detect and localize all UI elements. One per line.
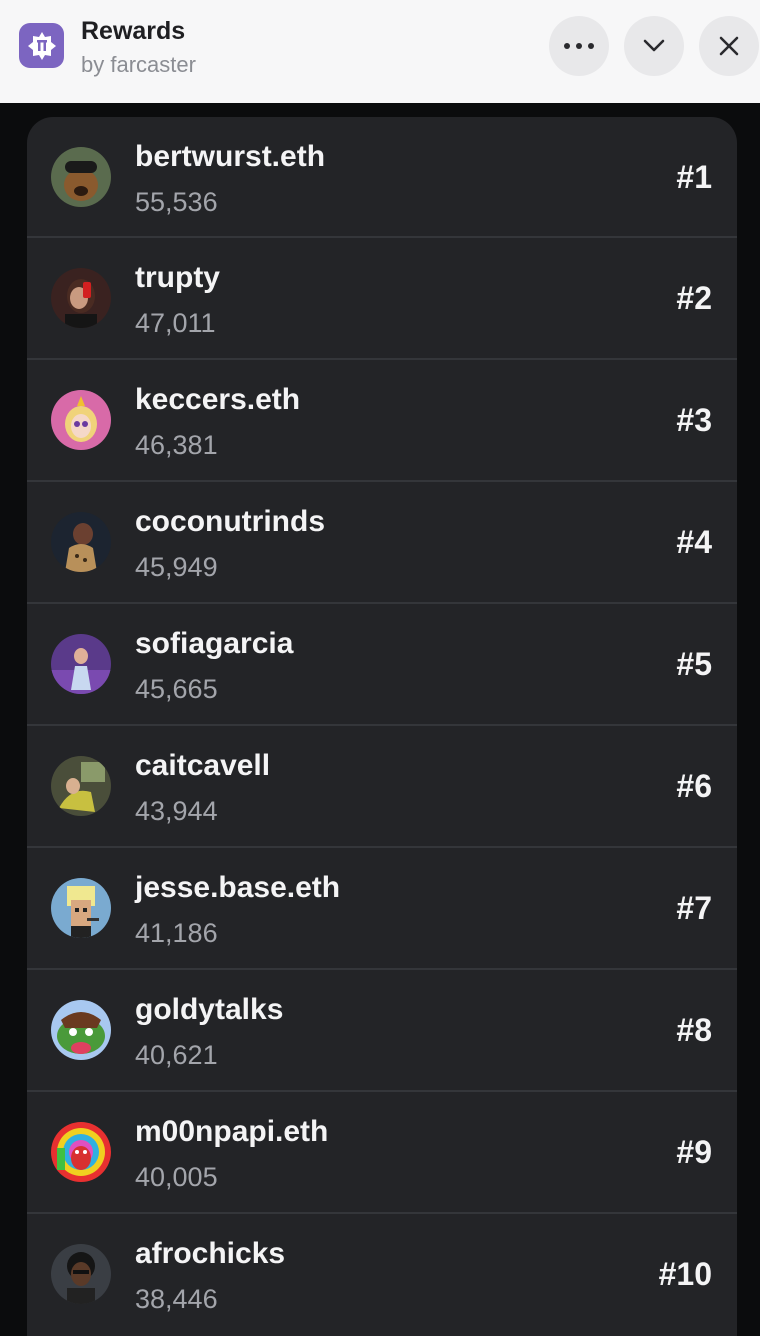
leaderboard-list: bertwurst.eth 55,536 #1 trupty 47,011 #2…: [27, 117, 737, 1336]
leaderboard-row[interactable]: sofiagarcia 45,665 #5: [27, 604, 737, 726]
username: sofiagarcia: [135, 627, 294, 660]
avatar: [51, 390, 111, 450]
avatar: [51, 147, 111, 207]
score: 45,665: [135, 674, 218, 704]
leaderboard-row[interactable]: caitcavell 43,944 #6: [27, 726, 737, 848]
score: 45,949: [135, 552, 218, 582]
username: coconutrinds: [135, 505, 326, 538]
score: 46,381: [135, 430, 218, 460]
rank: #9: [676, 1134, 712, 1170]
rank: #1: [676, 159, 712, 195]
close-icon: [719, 36, 739, 56]
username: caitcavell: [135, 749, 271, 782]
score: 40,005: [135, 1162, 218, 1192]
leaderboard-row[interactable]: bertwurst.eth 55,536 #1: [27, 117, 737, 238]
chevron-down-icon: [643, 39, 665, 52]
score: 40,621: [135, 1040, 218, 1070]
rank: #6: [676, 768, 712, 804]
more-horizontal-icon: [564, 43, 594, 49]
username: keccers.eth: [135, 383, 301, 416]
app-subtitle: by farcaster: [81, 52, 196, 77]
rank: #5: [676, 646, 712, 682]
leaderboard-row[interactable]: jesse.base.eth 41,186 #7: [27, 848, 737, 970]
leaderboard-row[interactable]: keccers.eth 46,381 #3: [27, 360, 737, 482]
app-header: Rewards by farcaster: [0, 0, 760, 103]
score: 41,186: [135, 918, 218, 948]
score: 55,536: [135, 187, 218, 217]
username: goldytalks: [135, 993, 284, 1026]
leaderboard-row[interactable]: afrochicks 38,446 #10: [27, 1214, 737, 1336]
username: trupty: [135, 261, 220, 294]
rank: #8: [676, 1012, 712, 1048]
score: 43,944: [135, 796, 218, 826]
leaderboard-row[interactable]: coconutrinds 45,949 #4: [27, 482, 737, 604]
rank: #7: [676, 890, 712, 926]
avatar: [51, 1000, 111, 1060]
farcaster-app-icon: [19, 23, 64, 68]
avatar: [51, 1244, 111, 1304]
close-button[interactable]: [699, 16, 759, 76]
score: 47,011: [135, 308, 216, 338]
avatar: [51, 1122, 111, 1182]
avatar: [51, 268, 111, 328]
username: bertwurst.eth: [135, 140, 326, 173]
collapse-button[interactable]: [624, 16, 684, 76]
app-title: Rewards: [81, 17, 186, 45]
username: afrochicks: [135, 1237, 286, 1270]
username: m00npapi.eth: [135, 1115, 329, 1148]
rank: #4: [676, 524, 712, 560]
rank: #3: [676, 402, 712, 438]
leaderboard-row[interactable]: goldytalks 40,621 #8: [27, 970, 737, 1092]
avatar: [51, 634, 111, 694]
leaderboard-row[interactable]: m00npapi.eth 40,005 #9: [27, 1092, 737, 1214]
username: jesse.base.eth: [135, 871, 341, 904]
score: 38,446: [135, 1284, 218, 1314]
rank: #2: [676, 280, 712, 316]
leaderboard-row[interactable]: trupty 47,011 #2: [27, 238, 737, 360]
avatar: [51, 756, 111, 816]
avatar: [51, 878, 111, 938]
avatar: [51, 512, 111, 572]
more-options-button[interactable]: [549, 16, 609, 76]
rank: #10: [658, 1256, 712, 1292]
